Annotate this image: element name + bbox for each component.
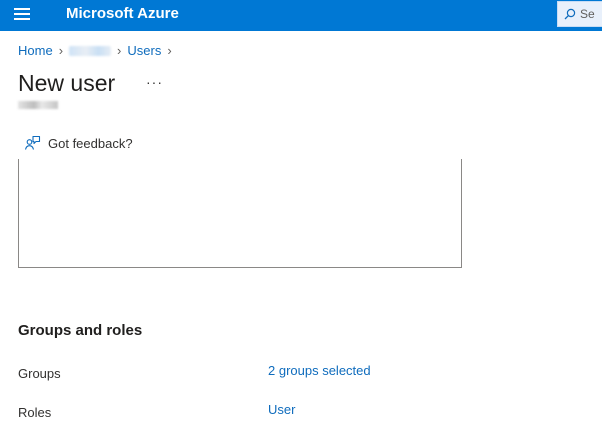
top-bar: Microsoft Azure Se	[0, 0, 602, 31]
roles-label: Roles	[18, 405, 52, 420]
feedback-label: Got feedback?	[48, 136, 133, 151]
page-title: New user	[18, 70, 116, 96]
brand-title[interactable]: Microsoft Azure	[66, 5, 179, 22]
redacted-text	[69, 46, 112, 56]
search-input[interactable]: Se	[557, 1, 602, 27]
breadcrumb: Home › › Users ›	[18, 43, 178, 58]
feedback-button[interactable]: Got feedback?	[24, 134, 133, 152]
redacted-subtitle	[18, 101, 58, 109]
chevron-right-icon: ›	[58, 43, 64, 58]
hamburger-menu-icon[interactable]	[14, 8, 30, 22]
chevron-right-icon: ›	[167, 43, 172, 58]
breadcrumb-tenant[interactable]	[69, 43, 112, 58]
search-placeholder: Se	[580, 7, 595, 21]
search-icon	[564, 8, 576, 20]
more-options-button[interactable]: ···	[146, 74, 163, 90]
groups-link[interactable]: 2 groups selected	[268, 363, 371, 378]
breadcrumb-users[interactable]: Users	[127, 43, 161, 58]
breadcrumb-home[interactable]: Home	[18, 43, 53, 58]
roles-link[interactable]: User	[268, 402, 295, 417]
feedback-icon	[24, 135, 41, 150]
groups-label: Groups	[18, 366, 61, 381]
groups-roles-heading: Groups and roles	[18, 322, 143, 339]
text-area[interactable]	[18, 159, 462, 268]
chevron-right-icon: ›	[117, 43, 122, 58]
